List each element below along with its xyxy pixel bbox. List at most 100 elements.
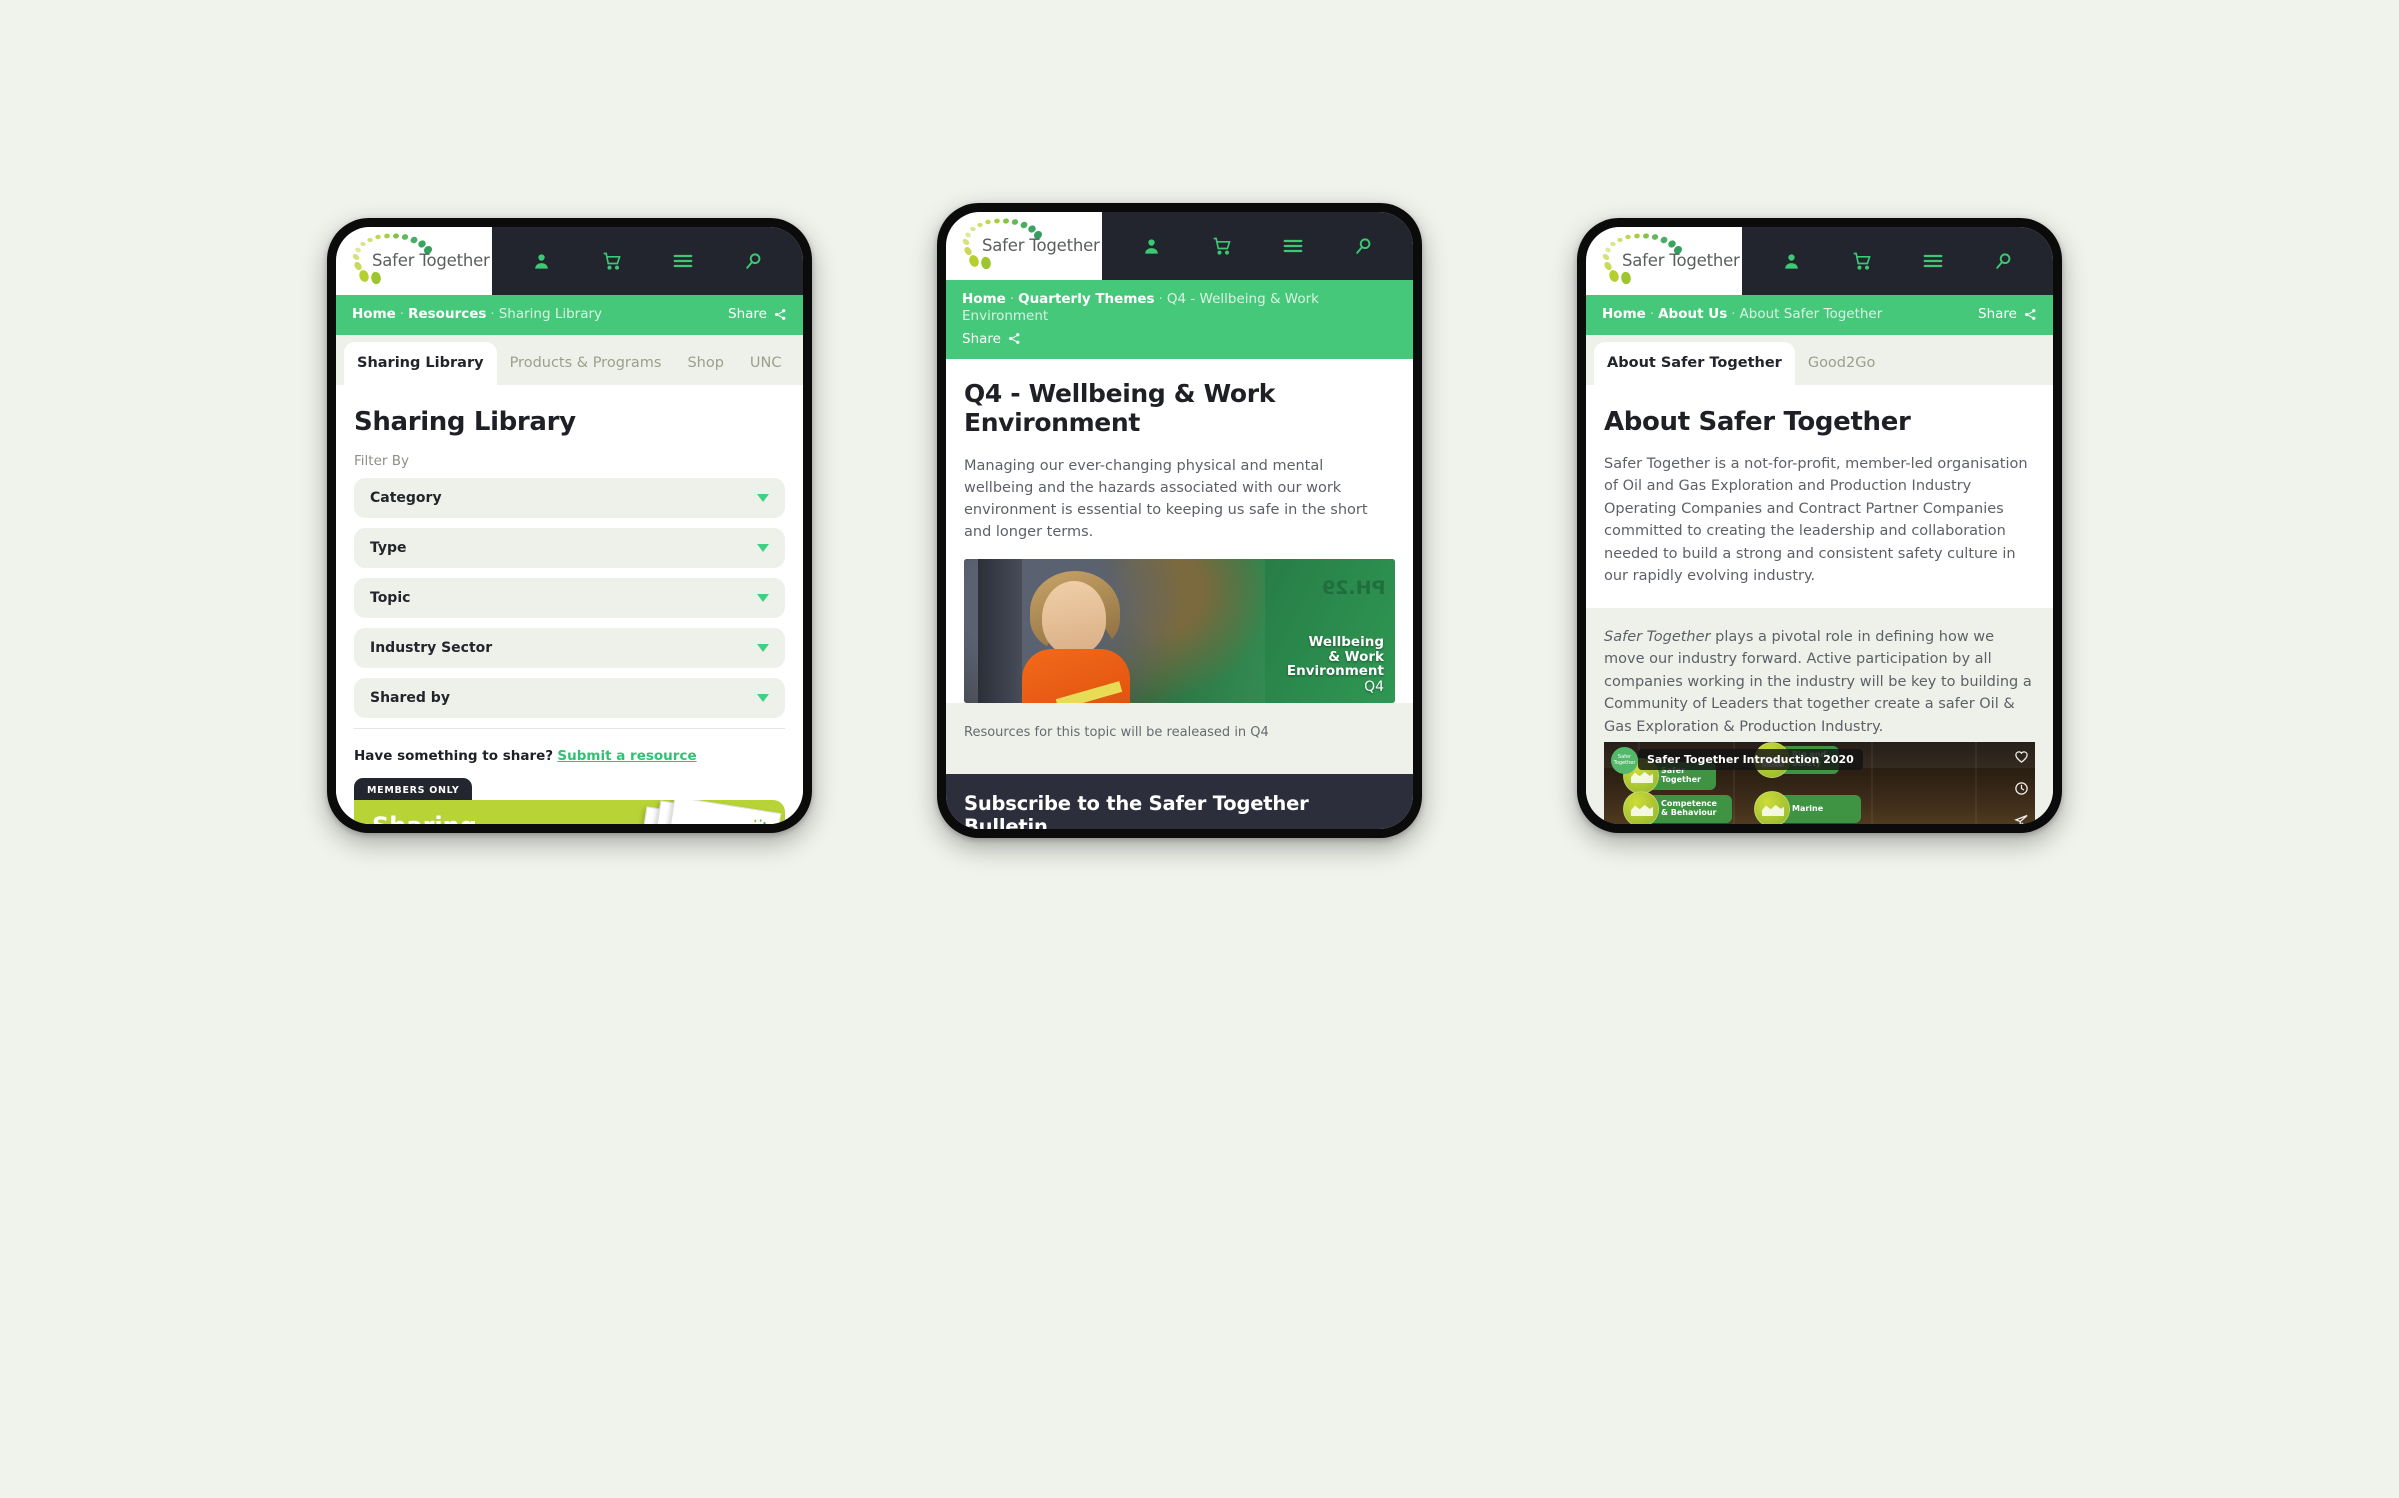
breadcrumb-separator: · <box>1731 306 1736 322</box>
tab-about-safer-together[interactable]: About Safer Together <box>1594 341 1795 385</box>
share-icon <box>774 308 787 321</box>
share-label: Share <box>1978 306 2017 322</box>
members-card-body: SharingLibraryProcedure <box>354 799 785 824</box>
person-icon[interactable] <box>1136 231 1166 261</box>
subscribe-title: Subscribe to the Safer Together Bulletin <box>964 791 1309 829</box>
phone3-topbar: Safer Together <box>1586 227 2053 295</box>
video-title: Safer Together Introduction 2020 <box>1638 749 1863 771</box>
chevron-down-icon <box>757 493 769 502</box>
phone3-tabstrip: About Safer Together Good2Go <box>1586 334 2053 385</box>
about-paragraph-1: Safer Together is a not-for-profit, memb… <box>1604 455 2028 585</box>
share-icon[interactable] <box>2014 813 2029 824</box>
breadcrumb-home[interactable]: Home <box>1602 306 1646 322</box>
phone2-notice-band: Resources for this topic will be realeas… <box>946 702 1413 774</box>
phone2-screen: Safer Together Home · Quarterly Themes ·… <box>946 212 1413 829</box>
logo-wordmark: Safer Together <box>982 236 1100 255</box>
filter-shared-by[interactable]: Shared by <box>354 677 785 718</box>
heart-icon[interactable] <box>2014 749 2029 769</box>
screenshot-canvas: Safer Together Home · Resources · Sharin… <box>0 0 2399 1498</box>
submit-resource-prompt: Have something to share? Submit a resour… <box>354 729 785 764</box>
person-icon[interactable] <box>1776 246 1806 276</box>
search-icon[interactable] <box>1989 246 2019 276</box>
filter-label: Type <box>370 539 407 556</box>
phone1-screen: Safer Together Home · Resources · Sharin… <box>336 227 803 824</box>
filter-type[interactable]: Type <box>354 527 785 568</box>
breadcrumb-separator: · <box>1158 291 1163 307</box>
about-paragraph-2: Safer Together plays a pivotal role in d… <box>1604 626 2035 738</box>
share-button[interactable]: Share <box>962 331 1397 347</box>
share-icon <box>2024 308 2037 321</box>
breadcrumb-separator: · <box>1009 291 1015 307</box>
video-player-introduction[interactable]: Safer Together Safer Together Introducti… <box>1604 742 2035 824</box>
phone3-nav-icons <box>1742 227 2053 295</box>
chevron-down-icon <box>757 543 769 552</box>
breadcrumb-current: About Safer Together <box>1739 306 1883 322</box>
logo-safer-together[interactable]: Safer Together <box>336 227 492 295</box>
watch-later-icon[interactable] <box>2014 781 2029 801</box>
page-title: About Safer Together <box>1604 406 1911 437</box>
submit-a-resource-link[interactable]: Submit a resource <box>557 748 696 764</box>
filter-industry-sector[interactable]: Industry Sector <box>354 627 785 668</box>
share-button[interactable]: Share <box>1978 306 2037 322</box>
breadcrumb-home[interactable]: Home <box>962 291 1006 307</box>
phone1-topbar: Safer Together <box>336 227 803 295</box>
cart-icon[interactable] <box>1207 231 1237 261</box>
hero-quarter: Q4 <box>1364 678 1384 695</box>
phone2-breadcrumb-bar: Home · Quarterly Themes · Q4 - Wellbeing & W… <box>946 280 1413 359</box>
logo-wordmark: Safer Together <box>1622 251 1740 270</box>
tab-shop[interactable]: Shop <box>674 342 736 385</box>
search-icon[interactable] <box>1349 231 1379 261</box>
hamburger-menu-icon[interactable] <box>668 246 698 276</box>
filter-category[interactable]: Category <box>354 477 785 518</box>
tab-products-programs[interactable]: Products & Programs <box>497 342 675 385</box>
phone1-breadcrumb-bar: Home · Resources · Sharing Library Share <box>336 295 803 335</box>
breadcrumb-about-us[interactable]: About Us <box>1658 306 1727 322</box>
video-chip-label: Marine <box>1792 803 1824 813</box>
video-logo-text: Safer Together <box>1613 754 1636 766</box>
logo-safer-together[interactable]: Safer Together <box>946 212 1102 280</box>
person-icon[interactable] <box>526 246 556 276</box>
breadcrumb: Home · Resources · Sharing Library <box>352 306 787 323</box>
breadcrumb-separator: · <box>399 306 405 322</box>
search-icon[interactable] <box>739 246 769 276</box>
breadcrumb-quarterly-themes[interactable]: Quarterly Themes <box>1018 291 1154 307</box>
hero-caption: Wellbeing & Work Environment Q4 <box>1286 634 1384 695</box>
filter-label: Category <box>370 489 442 506</box>
share-label: Share <box>728 306 767 322</box>
tab-good2go[interactable]: Good2Go <box>1795 342 1889 385</box>
hamburger-menu-icon[interactable] <box>1278 231 1308 261</box>
video-chip-label: Competence & Behaviour <box>1661 799 1717 818</box>
phone3-screen: Safer Together Home · About Us · About S… <box>1586 227 2053 824</box>
chevron-down-icon <box>757 693 769 702</box>
document-stack-illustration: Safer Together Procedure Sharing Library <box>601 799 785 824</box>
submit-resource-text: Have something to share? <box>354 747 554 764</box>
video-brand-logo: Safer Together <box>1611 747 1638 775</box>
phone2-content: Q4 - Wellbeing & Work Environment Managi… <box>946 358 1413 703</box>
phone3-highlight-band: Safer Together plays a pivotal role in d… <box>1586 607 2053 824</box>
filter-topic[interactable]: Topic <box>354 577 785 618</box>
chevron-down-icon <box>757 593 769 602</box>
hamburger-menu-icon[interactable] <box>1918 246 1948 276</box>
subscribe-section: Subscribe to the Safer Together Bulletin… <box>946 773 1413 829</box>
share-label: Share <box>962 330 1001 347</box>
tab-sharing-library[interactable]: Sharing Library <box>344 341 497 385</box>
breadcrumb-separator: · <box>1649 306 1655 322</box>
share-button[interactable]: Share <box>728 306 787 322</box>
members-only-card[interactable]: MEMBERS ONLY SharingLibraryProcedure <box>354 777 785 824</box>
cart-icon[interactable] <box>597 246 627 276</box>
lead-paragraph: Managing our ever-changing physical and … <box>964 457 1368 540</box>
filter-by-label: Filter By <box>354 452 409 469</box>
resources-notice: Resources for this topic will be realeas… <box>964 724 1269 740</box>
phone1-content: Sharing Library Filter By Category Type … <box>336 384 803 824</box>
phone1-tabstrip: Sharing Library Products & Programs Shop… <box>336 334 803 385</box>
phone2-nav-icons <box>1102 212 1413 280</box>
video-side-actions <box>2014 749 2029 824</box>
breadcrumb-resources[interactable]: Resources <box>408 306 486 322</box>
logo-wordmark: Safer Together <box>372 251 490 270</box>
breadcrumb-home[interactable]: Home <box>352 306 396 322</box>
breadcrumb: Home · Quarterly Themes · Q4 - Wellbeing & W… <box>962 291 1397 325</box>
logo-safer-together[interactable]: Safer Together <box>1586 227 1742 295</box>
cart-icon[interactable] <box>1847 246 1877 276</box>
filter-label: Industry Sector <box>370 639 493 656</box>
tab-unc[interactable]: UNC <box>737 342 795 385</box>
